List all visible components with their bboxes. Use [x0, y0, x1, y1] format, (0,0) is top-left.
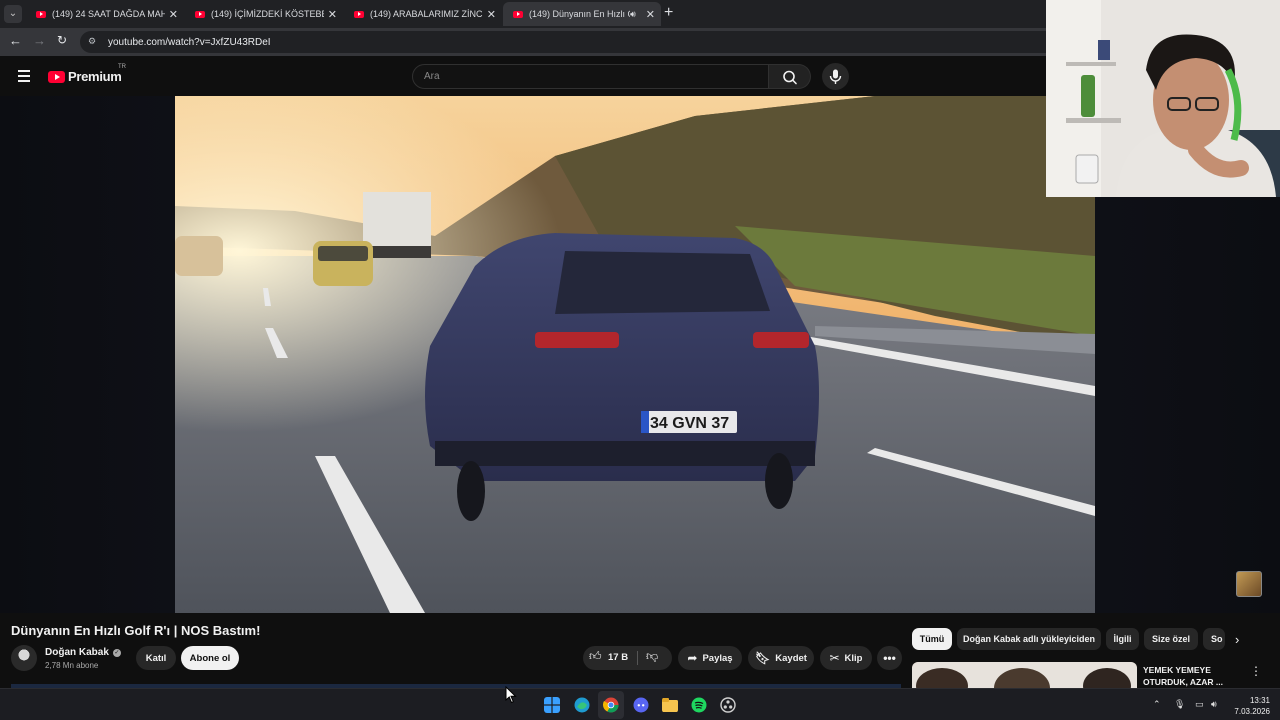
- windows-start-icon[interactable]: [544, 697, 560, 713]
- more-horizontal-icon: •••: [883, 651, 896, 665]
- clock-date: 7.03.2026: [1234, 707, 1270, 716]
- thumbnail-image: [912, 662, 1137, 690]
- voice-search-button[interactable]: [822, 63, 849, 90]
- url-text: youtube.com/watch?v=JxfZU43RDeI: [108, 36, 271, 48]
- share-button[interactable]: ➦ Paylaş: [678, 646, 742, 670]
- more-actions-button[interactable]: •••: [877, 646, 902, 670]
- clip-button[interactable]: ✂ Klip: [820, 646, 872, 670]
- site-info-icon[interactable]: ⚙: [88, 36, 100, 48]
- channel-watermark-icon[interactable]: [1236, 571, 1262, 597]
- chrome-icon[interactable]: [603, 697, 619, 713]
- obs-icon[interactable]: [720, 697, 736, 713]
- microphone-icon: [829, 69, 842, 84]
- taskbar-clock[interactable]: 13:31 7.03.2026: [1226, 695, 1270, 717]
- browser-tab[interactable]: (149) 24 SAAT DAĞDA MAHSUR ✕: [26, 2, 184, 26]
- chip-from-uploader[interactable]: Doğan Kabak adlı yükleyiciden: [957, 628, 1101, 650]
- subscribe-button[interactable]: Abone ol: [181, 646, 239, 670]
- chevron-right-icon[interactable]: ›: [1235, 632, 1239, 647]
- search-icon: [783, 70, 797, 85]
- subscriber-count: 2,78 Mn abone: [45, 661, 99, 670]
- like-count[interactable]: 17 B: [608, 652, 628, 663]
- youtube-play-icon: [48, 70, 65, 83]
- webcam-overlay: [1046, 0, 1280, 197]
- verified-check-icon: ✓: [112, 648, 121, 657]
- youtube-favicon-icon: [513, 10, 523, 18]
- discord-icon[interactable]: [633, 697, 649, 713]
- tab-title: (149) ARABALARIMIZ ZİNCİRLE: [370, 9, 483, 19]
- back-icon[interactable]: ←: [9, 33, 22, 48]
- channel-avatar[interactable]: [11, 645, 37, 671]
- channel-name[interactable]: Doğan Kabak: [45, 647, 109, 658]
- browser-tab[interactable]: (149) İÇİMİZDEKİ KÖSTEBEĞİ BU ✕: [185, 2, 343, 26]
- edge-browser-icon[interactable]: [574, 697, 590, 713]
- tab-title: (149) İÇİMİZDEKİ KÖSTEBEĞİ BU: [211, 9, 324, 19]
- video-player[interactable]: 34 GVN 37: [175, 96, 1095, 613]
- save-button[interactable]: 🔖︎ Kaydet: [748, 646, 814, 670]
- spotify-icon[interactable]: [691, 697, 707, 713]
- speaker-icon[interactable]: 🔊︎: [630, 9, 636, 20]
- youtube-favicon-icon: [195, 10, 205, 18]
- clip-label: Klip: [844, 652, 863, 664]
- tab-search-icon[interactable]: ⌄: [4, 5, 22, 23]
- close-tab-icon[interactable]: ✕: [646, 8, 655, 21]
- youtube-favicon-icon: [354, 10, 364, 18]
- tray-microphone-icon[interactable]: 🎙︎: [1174, 699, 1185, 710]
- menu-icon[interactable]: [18, 70, 30, 85]
- bookmark-icon: 🔖︎: [755, 651, 771, 665]
- video-frame: 34 GVN 37: [175, 96, 1095, 613]
- scissors-icon: ✂: [829, 651, 840, 665]
- license-plate: 34 GVN 37: [650, 415, 729, 432]
- reload-icon[interactable]: ↻: [57, 33, 67, 47]
- like-icon[interactable]: 👍︎: [589, 649, 602, 664]
- save-label: Kaydet: [775, 652, 807, 664]
- more-vertical-icon[interactable]: ⋮: [1250, 664, 1262, 678]
- file-explorer-icon[interactable]: [662, 697, 678, 713]
- search-button[interactable]: [769, 64, 811, 89]
- tray-network-icon[interactable]: ▭: [1195, 699, 1204, 710]
- tray-volume-icon[interactable]: 🔊︎: [1211, 699, 1217, 710]
- address-bar[interactable]: ⚙ youtube.com/watch?v=JxfZU43RDeI: [80, 31, 1060, 53]
- close-tab-icon[interactable]: ✕: [328, 8, 337, 21]
- recommendation-title[interactable]: YEMEK YEMEYE OTURDUK, AZAR ...: [1143, 664, 1243, 688]
- share-icon: ➦: [687, 651, 698, 665]
- forward-icon[interactable]: →: [33, 33, 46, 48]
- youtube-favicon-icon: [36, 10, 46, 18]
- mouse-cursor-icon: [505, 686, 517, 704]
- recommendation-thumbnail[interactable]: [912, 662, 1137, 690]
- chip-related[interactable]: İlgili: [1106, 628, 1139, 650]
- logo-text: Premium: [68, 69, 122, 84]
- youtube-logo[interactable]: Premium TR: [48, 64, 126, 84]
- search-input[interactable]: Ara: [412, 64, 769, 89]
- like-divider: [637, 651, 638, 665]
- tray-chevron-up-icon[interactable]: ⌃: [1153, 699, 1161, 710]
- clock-time: 13:31: [1249, 696, 1270, 705]
- chip-partial[interactable]: So: [1203, 628, 1225, 650]
- recommendation-title-line: OTURDUK, AZAR ...: [1143, 677, 1223, 687]
- share-label: Paylaş: [702, 652, 733, 664]
- like-dislike-group: 👍︎ 17 B 👎︎: [583, 646, 672, 670]
- new-tab-icon[interactable]: +: [664, 4, 673, 22]
- tab-title: (149) Dünyanın En Hızlı Golf: [529, 9, 630, 19]
- dislike-icon[interactable]: 👎︎: [646, 649, 658, 664]
- chip-all[interactable]: Tümü: [912, 628, 952, 650]
- windows-taskbar: ⌃ 🎙︎ ▭ 🔊︎ 13:31 7.03.2026: [0, 688, 1280, 720]
- video-title: Dünyanın En Hızlı Golf R'ı | NOS Bastım!: [11, 623, 261, 638]
- logo-country: TR: [118, 64, 126, 70]
- tab-title: (149) 24 SAAT DAĞDA MAHSUR: [52, 9, 165, 19]
- close-tab-icon[interactable]: ✕: [487, 8, 496, 21]
- webcam-image: [1046, 0, 1280, 197]
- join-button[interactable]: Katıl: [136, 646, 176, 670]
- browser-tab-active[interactable]: (149) Dünyanın En Hızlı Golf 🔊︎ ✕: [503, 2, 661, 26]
- chip-for-you[interactable]: Size özel: [1144, 628, 1198, 650]
- browser-tab[interactable]: (149) ARABALARIMIZ ZİNCİRLE ✕: [344, 2, 502, 26]
- channel-name-container[interactable]: Doğan Kabak ✓: [45, 647, 121, 658]
- recommendation-title-line: YEMEK YEMEYE: [1143, 665, 1211, 675]
- close-tab-icon[interactable]: ✕: [169, 8, 178, 21]
